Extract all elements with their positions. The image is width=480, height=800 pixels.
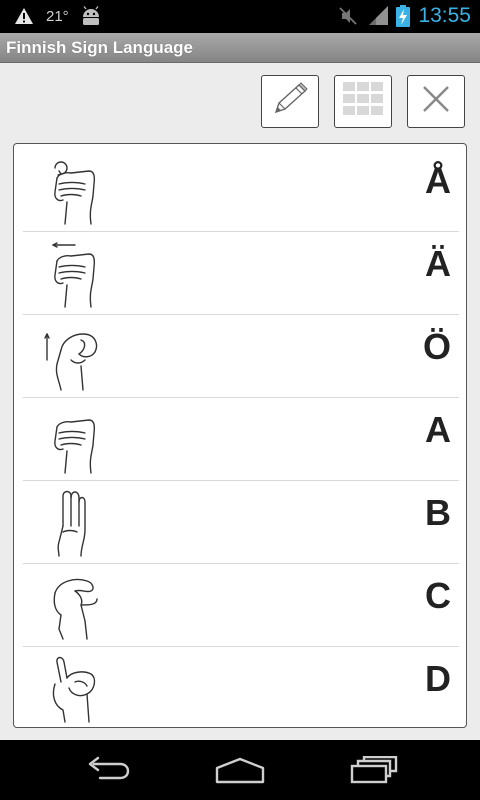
clock: 13:55 <box>418 4 471 27</box>
sign-row[interactable]: B <box>23 480 459 564</box>
hand-sign-o-up-icon <box>41 320 105 397</box>
sign-row[interactable]: D <box>23 646 459 727</box>
recent-apps-icon[interactable] <box>350 755 398 789</box>
pencil-icon <box>268 79 312 124</box>
warning-icon <box>14 7 34 30</box>
status-bar: 21° 13:55 <box>0 0 480 33</box>
sign-row[interactable]: Ö <box>23 314 459 398</box>
sign-row[interactable]: Å <box>23 148 459 232</box>
sign-row[interactable]: C <box>23 563 459 647</box>
sign-list[interactable]: Å Ä Ö A B C D <box>13 143 467 728</box>
sign-letter: Ö <box>422 326 451 367</box>
android-icon <box>80 6 102 31</box>
sign-letter: C <box>425 575 451 616</box>
sign-letter: Å <box>425 160 451 201</box>
sign-letter: D <box>425 658 451 699</box>
temperature: 21° <box>46 8 69 25</box>
hand-sign-fist-left-icon <box>41 237 101 314</box>
sign-row[interactable]: Ä <box>23 231 459 315</box>
sign-letter: B <box>425 492 451 533</box>
home-icon[interactable] <box>214 756 266 789</box>
navigation-bar <box>0 740 480 800</box>
edit-button[interactable] <box>261 75 319 128</box>
signal-icon <box>368 6 390 31</box>
hand-sign-c-icon <box>41 569 105 646</box>
hand-sign-flat-icon <box>41 486 101 563</box>
hand-sign-fist-rotate-icon <box>41 154 101 231</box>
grid-icon <box>341 80 385 123</box>
hand-sign-fist-icon <box>41 403 101 480</box>
page-title: Finnish Sign Language <box>6 38 193 57</box>
battery-charging-icon <box>396 5 410 32</box>
close-icon <box>421 84 451 119</box>
sign-row[interactable]: A <box>23 397 459 481</box>
grid-view-button[interactable] <box>334 75 392 128</box>
action-bar: Finnish Sign Language <box>0 33 480 63</box>
hand-sign-d-icon <box>41 652 105 727</box>
back-icon[interactable] <box>84 756 130 789</box>
close-button[interactable] <box>407 75 465 128</box>
sign-letter: Ä <box>425 243 451 284</box>
mute-icon <box>338 6 358 31</box>
sign-letter: A <box>425 409 451 450</box>
